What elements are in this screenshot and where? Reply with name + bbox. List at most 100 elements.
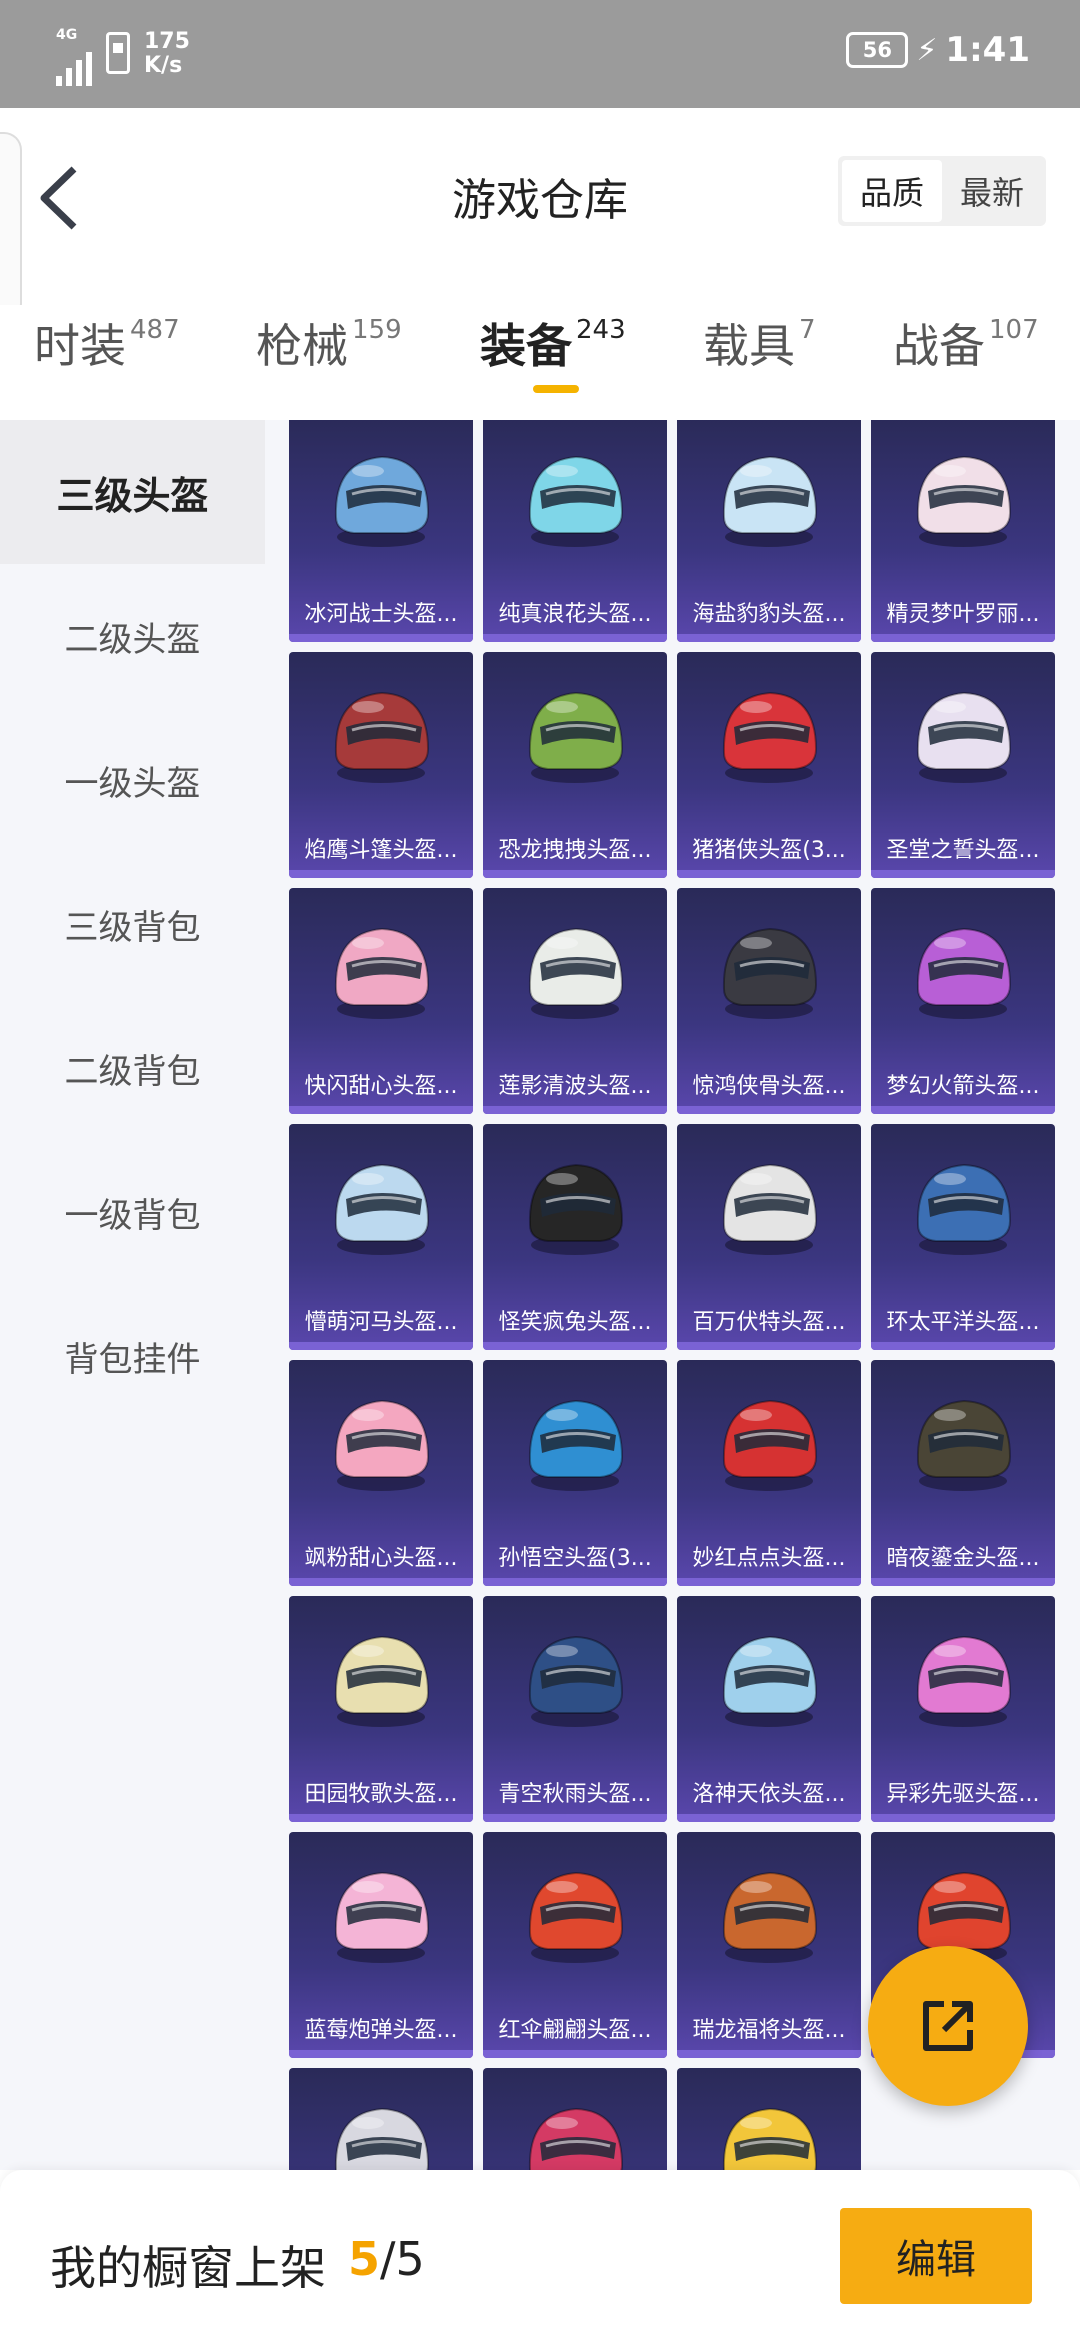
edge-drawer-handle[interactable]	[0, 132, 22, 322]
helmet-icon	[677, 1124, 861, 1289]
tab-vehicles[interactable]: 载具 7	[703, 315, 816, 377]
item-name: 怪笑疯兔头盔...	[498, 1310, 652, 1335]
helmet-icon	[677, 420, 861, 581]
sidebar-item-backpack-pendant[interactable]: 背包挂件	[0, 1284, 265, 1428]
item-name: 田园牧歌头盔...	[304, 1782, 458, 1807]
helmet-icon	[871, 1124, 1055, 1289]
item-card[interactable]: 洛神天依头盔...	[677, 1596, 861, 1822]
item-name: 惊鸿侠骨头盔...	[692, 1074, 846, 1099]
sidebar-item-level2-backpack[interactable]: 二级背包	[0, 996, 265, 1140]
battery-level: 56	[862, 38, 892, 62]
item-name: 红伞翩翩头盔...	[498, 2018, 652, 2043]
item-card[interactable]: 瑞龙福将头盔...	[677, 1832, 861, 2058]
sidebar-item-level3-helmet[interactable]: 三级头盔	[0, 420, 265, 564]
helmet-icon	[871, 1360, 1055, 1525]
helmet-icon	[677, 1360, 861, 1525]
item-card[interactable]: 快闪甜心头盔...	[289, 888, 473, 1114]
sort-option-quality[interactable]: 品质	[842, 160, 942, 222]
helmet-icon	[871, 652, 1055, 817]
edit-button[interactable]: 编辑	[840, 2208, 1032, 2304]
item-name: 懵萌河马头盔...	[304, 1310, 458, 1335]
item-card[interactable]: 怪笑疯兔头盔...	[483, 1124, 667, 1350]
sim-card-icon	[106, 32, 130, 74]
helmet-icon	[677, 888, 861, 1053]
helmet-icon	[871, 888, 1055, 1053]
status-bar: 4G 175 K/s 56 ⚡ 1:41	[0, 0, 1080, 108]
item-card[interactable]: 妙红点点头盔...	[677, 1360, 861, 1586]
item-card[interactable]: 惊鸿侠骨头盔...	[677, 888, 861, 1114]
item-name: 环太平洋头盔...	[886, 1310, 1040, 1335]
item-name: 青空秋雨头盔...	[498, 1782, 652, 1807]
item-name: 纯真浪花头盔...	[498, 602, 652, 627]
helmet-icon	[289, 652, 473, 817]
tab-count: 159	[352, 315, 402, 345]
item-card[interactable]: 猪猪侠头盔(3...	[677, 652, 861, 878]
sidebar-item-level1-backpack[interactable]: 一级背包	[0, 1140, 265, 1284]
helmet-icon	[289, 2068, 473, 2170]
tab-label: 时装	[34, 319, 126, 373]
item-card[interactable]: 恐龙拽拽头盔...	[483, 652, 667, 878]
item-card[interactable]: 蓝莓炮弹头盔...	[289, 1832, 473, 2058]
helmet-icon	[289, 1124, 473, 1289]
item-name: 孙悟空头盔(3...	[498, 1546, 652, 1571]
item-card[interactable]: 孙悟空头盔(3...	[483, 1360, 667, 1586]
item-name: 精灵梦叶罗丽...	[886, 602, 1040, 627]
tab-count: 243	[576, 315, 626, 345]
sidebar-item-level2-helmet[interactable]: 二级头盔	[0, 564, 265, 708]
item-card[interactable]: 田园牧歌头盔...	[289, 1596, 473, 1822]
item-card[interactable]: 梦幻火箭头盔...	[871, 888, 1055, 1114]
active-tab-indicator	[533, 385, 579, 393]
showcase-used: 5	[348, 2232, 381, 2286]
item-card[interactable]: 精灵梦叶罗丽...	[871, 420, 1055, 642]
helmet-icon	[483, 652, 667, 817]
item-card[interactable]	[483, 2068, 667, 2170]
item-card[interactable]: 青空秋雨头盔...	[483, 1596, 667, 1822]
item-card[interactable]: 异彩先驱头盔...	[871, 1596, 1055, 1822]
item-card[interactable]: 焰鹰斗篷头盔...	[289, 652, 473, 878]
helmet-icon	[677, 2068, 861, 2170]
cellular-signal-icon: 4G	[56, 28, 92, 86]
item-name: 快闪甜心头盔...	[304, 1074, 458, 1099]
share-external-icon	[923, 2001, 973, 2051]
item-card[interactable]	[677, 2068, 861, 2170]
network-speed-unit: K/s	[144, 53, 183, 78]
item-card[interactable]: 暗夜鎏金头盔...	[871, 1360, 1055, 1586]
helmet-icon	[677, 1596, 861, 1761]
status-left: 4G 175 K/s	[56, 28, 190, 86]
helmet-icon	[289, 420, 473, 581]
item-card[interactable]: 纯真浪花头盔...	[483, 420, 667, 642]
charging-bolt-icon: ⚡	[916, 32, 938, 68]
item-card[interactable]: 懵萌河马头盔...	[289, 1124, 473, 1350]
helmet-icon	[483, 1124, 667, 1289]
tab-label: 战备	[893, 319, 985, 373]
tab-guns[interactable]: 枪械 159	[256, 315, 402, 377]
tab-supplies[interactable]: 战备 107	[893, 315, 1039, 377]
item-card[interactable]: 红伞翩翩头盔...	[483, 1832, 667, 2058]
category-tabs: 时装 487 枪械 159 装备 243 载具 7 战备 107	[0, 305, 1080, 420]
item-card[interactable]	[289, 2068, 473, 2170]
showcase-count: 5 / 5	[348, 2232, 425, 2286]
helmet-icon	[483, 1596, 667, 1761]
item-card[interactable]: 飒粉甜心头盔...	[289, 1360, 473, 1586]
item-card[interactable]: 冰河战士头盔...	[289, 420, 473, 642]
item-name: 恐龙拽拽头盔...	[498, 838, 652, 863]
item-name: 百万伏特头盔...	[692, 1310, 846, 1335]
item-grid: 冰河战士头盔... 纯真浪花头盔... 海盐豹豹头盔... 精灵梦叶罗丽... 焰鹰斗篷…	[265, 420, 1080, 2170]
battery-icon: 56	[846, 32, 909, 68]
item-card[interactable]: 莲影清波头盔...	[483, 888, 667, 1114]
showcase-label: 我的橱窗上架	[50, 2241, 326, 2295]
item-card[interactable]: 百万伏特头盔...	[677, 1124, 861, 1350]
item-card[interactable]: 海盐豹豹头盔...	[677, 420, 861, 642]
helmet-icon	[289, 1596, 473, 1761]
share-button[interactable]	[868, 1946, 1028, 2106]
item-name: 猪猪侠头盔(3...	[692, 838, 846, 863]
tab-fashion[interactable]: 时装 487	[34, 315, 180, 377]
item-card[interactable]: 圣堂之誓头盔...	[871, 652, 1055, 878]
sidebar-item-level1-helmet[interactable]: 一级头盔	[0, 708, 265, 852]
tab-count: 7	[799, 315, 816, 345]
sort-option-latest[interactable]: 最新	[942, 160, 1042, 222]
sidebar-item-level3-backpack[interactable]: 三级背包	[0, 852, 265, 996]
tab-equipment[interactable]: 装备 243	[480, 315, 626, 377]
helmet-icon	[483, 1360, 667, 1525]
item-card[interactable]: 环太平洋头盔...	[871, 1124, 1055, 1350]
